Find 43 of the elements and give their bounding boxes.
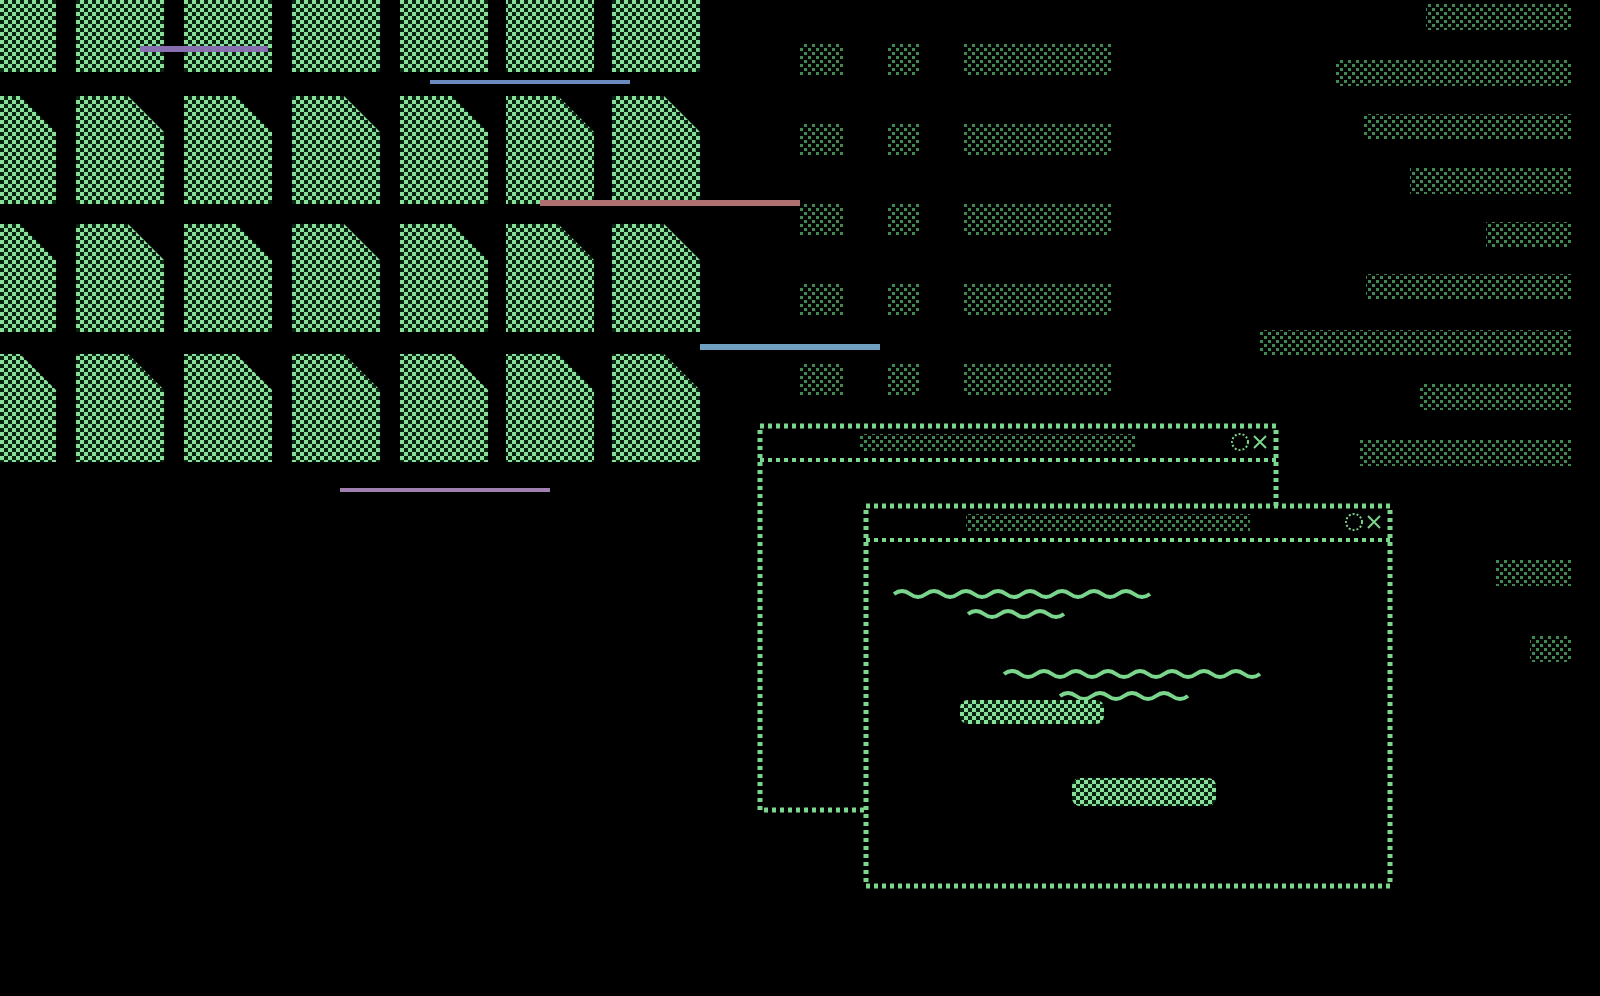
text-placeholder-bar [1486, 222, 1572, 248]
dialog-button[interactable] [960, 700, 1104, 724]
file-icon[interactable] [292, 0, 380, 72]
file-icon[interactable] [76, 96, 164, 204]
file-icon[interactable] [400, 354, 488, 462]
dialog-button[interactable] [1072, 778, 1216, 806]
file-icon[interactable] [184, 224, 272, 332]
text-placeholder-line [966, 609, 1066, 619]
file-icon[interactable] [506, 96, 594, 204]
file-icon[interactable] [184, 96, 272, 204]
file-icon[interactable] [0, 0, 56, 72]
text-placeholder-line [1058, 691, 1190, 701]
text-placeholder-bar [1530, 636, 1572, 662]
list-row[interactable] [800, 124, 1112, 156]
text-placeholder-bar [1496, 560, 1572, 586]
file-icon[interactable] [506, 354, 594, 462]
file-icon[interactable] [400, 0, 488, 72]
file-icon[interactable] [400, 224, 488, 332]
list-row[interactable] [800, 204, 1112, 236]
file-icon[interactable] [0, 354, 56, 462]
file-icon[interactable] [76, 224, 164, 332]
close-icon[interactable] [1231, 433, 1267, 451]
file-icon[interactable] [506, 224, 594, 332]
list-row[interactable] [800, 44, 1112, 76]
file-icon[interactable] [0, 96, 56, 204]
file-icon[interactable] [292, 354, 380, 462]
file-icon[interactable] [400, 96, 488, 204]
file-icon[interactable] [76, 354, 164, 462]
file-icon[interactable] [612, 224, 700, 332]
file-icon[interactable] [76, 0, 164, 72]
file-icon[interactable] [612, 354, 700, 462]
file-icon[interactable] [506, 0, 594, 72]
file-icon[interactable] [184, 354, 272, 462]
file-icon[interactable] [292, 96, 380, 204]
file-icon[interactable] [292, 224, 380, 332]
file-icon[interactable] [0, 224, 56, 332]
file-icon[interactable] [184, 0, 272, 72]
list-row[interactable] [800, 284, 1112, 316]
glitch-streak [140, 46, 268, 52]
close-icon[interactable] [1345, 513, 1381, 531]
file-icon[interactable] [612, 96, 700, 204]
file-icon[interactable] [612, 0, 700, 72]
list-row[interactable] [800, 364, 1112, 396]
